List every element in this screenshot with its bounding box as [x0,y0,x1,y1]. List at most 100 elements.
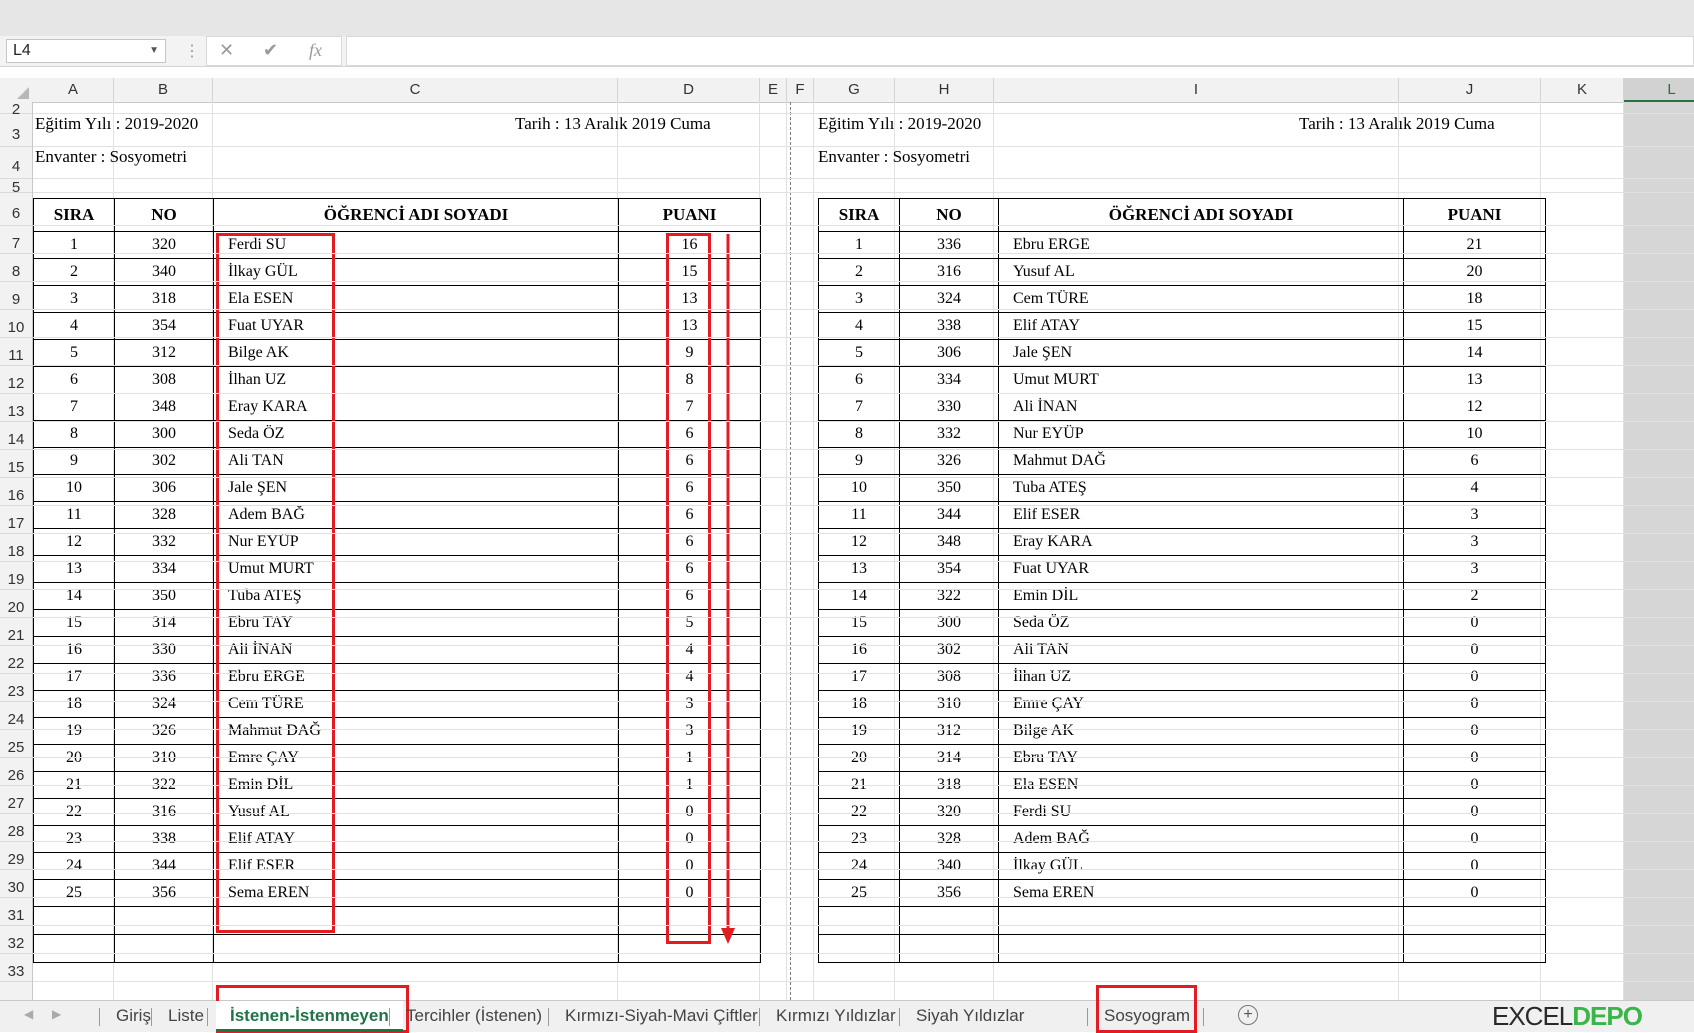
row-header-13[interactable]: 13 [0,394,32,422]
cell-sira[interactable]: 25 [818,879,900,907]
cell-student-name[interactable]: İlkay GÜL [998,852,1404,880]
cell-sira[interactable]: 13 [818,555,900,583]
cell-no[interactable]: 328 [899,825,999,853]
cell-student-name[interactable]: Emin DİL [998,582,1404,610]
empty-cell[interactable] [899,906,999,935]
cell-sira[interactable]: 7 [818,393,900,421]
sheet-tab[interactable]: İstenen-İstenmeyen [216,1001,403,1032]
cell-no[interactable]: 314 [114,609,214,637]
cell-student-name[interactable]: Jale ŞEN [998,339,1404,367]
cell-student-name[interactable]: Ferdi SU [998,798,1404,826]
empty-cell[interactable] [818,906,900,935]
cell-student-name[interactable]: Umut MURT [998,366,1404,394]
cell-sira[interactable]: 24 [33,852,115,880]
cell-sira[interactable]: 6 [818,366,900,394]
cell-score[interactable]: 2 [1403,582,1546,610]
row-header-30[interactable]: 30 [0,870,32,898]
cell-student-name[interactable]: Fuat UYAR [998,555,1404,583]
cell-sira[interactable]: 14 [33,582,115,610]
row-header-7[interactable]: 7 [0,226,32,254]
row-header-2[interactable]: 2 [0,102,32,118]
cell-sira[interactable]: 20 [33,744,115,772]
cell-score[interactable]: 0 [1403,663,1546,691]
cell-no[interactable]: 300 [114,420,214,448]
cell-no[interactable]: 350 [114,582,214,610]
cell-no[interactable]: 302 [114,447,214,475]
cell-no[interactable]: 308 [114,366,214,394]
row-header-27[interactable]: 27 [0,786,32,814]
cell-no[interactable]: 330 [899,393,999,421]
cell-no[interactable]: 324 [114,690,214,718]
cell-no[interactable]: 312 [899,717,999,745]
cell-no[interactable]: 344 [114,852,214,880]
cell-sira[interactable]: 22 [33,798,115,826]
cell-sira[interactable]: 22 [818,798,900,826]
empty-cell[interactable] [1403,934,1546,963]
column-header-d[interactable]: D [618,78,760,102]
cell-sira[interactable]: 19 [33,717,115,745]
cell-student-name[interactable]: Ali İNAN [998,393,1404,421]
cell-sira[interactable]: 10 [818,474,900,502]
cell-no[interactable]: 356 [899,879,999,907]
worksheet-grid[interactable]: Eğitim Yılı : 2019-2020 Tarih : 13 Aralı… [33,102,1694,1000]
row-header-26[interactable]: 26 [0,758,32,786]
cell-sira[interactable]: 9 [818,447,900,475]
select-all-corner[interactable] [0,78,32,102]
row-header-9[interactable]: 9 [0,282,32,310]
sheet-tab[interactable]: Sosyogram [1104,1001,1190,1032]
cell-no[interactable]: 338 [899,312,999,340]
cell-score[interactable]: 12 [1403,393,1546,421]
cell-no[interactable]: 348 [114,393,214,421]
cell-score[interactable]: 0 [1403,744,1546,772]
sheet-tab[interactable]: Kırmızı-Siyah-Mavi Çiftler [565,1001,758,1032]
cell-no[interactable]: 310 [899,690,999,718]
cell-no[interactable]: 336 [114,663,214,691]
scroll-right-icon[interactable]: ▶ [52,1007,61,1021]
cell-student-name[interactable]: Seda ÖZ [998,609,1404,637]
cell-no[interactable]: 308 [899,663,999,691]
cell-no[interactable]: 316 [114,798,214,826]
sheet-tab[interactable]: Kırmızı Yıldızlar [776,1001,896,1032]
cell-student-name[interactable]: Elif ATAY [998,312,1404,340]
cell-sira[interactable]: 15 [818,609,900,637]
cell-sira[interactable]: 24 [818,852,900,880]
empty-cell[interactable] [1403,906,1546,935]
empty-cell[interactable] [114,906,214,935]
cell-score[interactable]: 15 [1403,312,1546,340]
cell-sira[interactable]: 16 [818,636,900,664]
cell-sira[interactable]: 25 [33,879,115,907]
cell-score[interactable]: 10 [1403,420,1546,448]
column-header-c[interactable]: C [213,78,618,102]
cell-student-name[interactable]: Ebru ERGE [998,231,1404,259]
cell-student-name[interactable]: Nur EYÜP [998,420,1404,448]
insert-function-icon[interactable]: fx [309,40,322,61]
column-header-e[interactable]: E [760,78,787,102]
cell-score[interactable]: 3 [1403,555,1546,583]
cell-sira[interactable]: 1 [33,231,115,259]
enter-icon[interactable]: ✔ [263,40,278,61]
column-header-h[interactable]: H [895,78,994,102]
cell-no[interactable]: 340 [899,852,999,880]
cell-no[interactable]: 322 [899,582,999,610]
cell-student-name[interactable]: Adem BAĞ [998,825,1404,853]
cell-sira[interactable]: 5 [33,339,115,367]
row-header-16[interactable]: 16 [0,478,32,506]
row-header-23[interactable]: 23 [0,674,32,702]
cell-sira[interactable]: 14 [818,582,900,610]
column-header-f[interactable]: F [787,78,814,102]
sheet-tab[interactable]: Giriş [116,1001,151,1032]
cell-no[interactable]: 332 [899,420,999,448]
cell-sira[interactable]: 4 [33,312,115,340]
cell-no[interactable]: 350 [899,474,999,502]
row-header-32[interactable]: 32 [0,926,32,954]
cell-student-name[interactable]: İlhan UZ [998,663,1404,691]
row-header-17[interactable]: 17 [0,506,32,534]
column-header-b[interactable]: B [114,78,213,102]
row-header-19[interactable]: 19 [0,562,32,590]
column-header-a[interactable]: A [33,78,114,102]
row-header-25[interactable]: 25 [0,730,32,758]
empty-cell[interactable] [213,934,619,963]
cell-no[interactable]: 326 [899,447,999,475]
column-header-l[interactable]: L [1624,78,1694,102]
row-header-3[interactable]: 3 [0,114,32,147]
